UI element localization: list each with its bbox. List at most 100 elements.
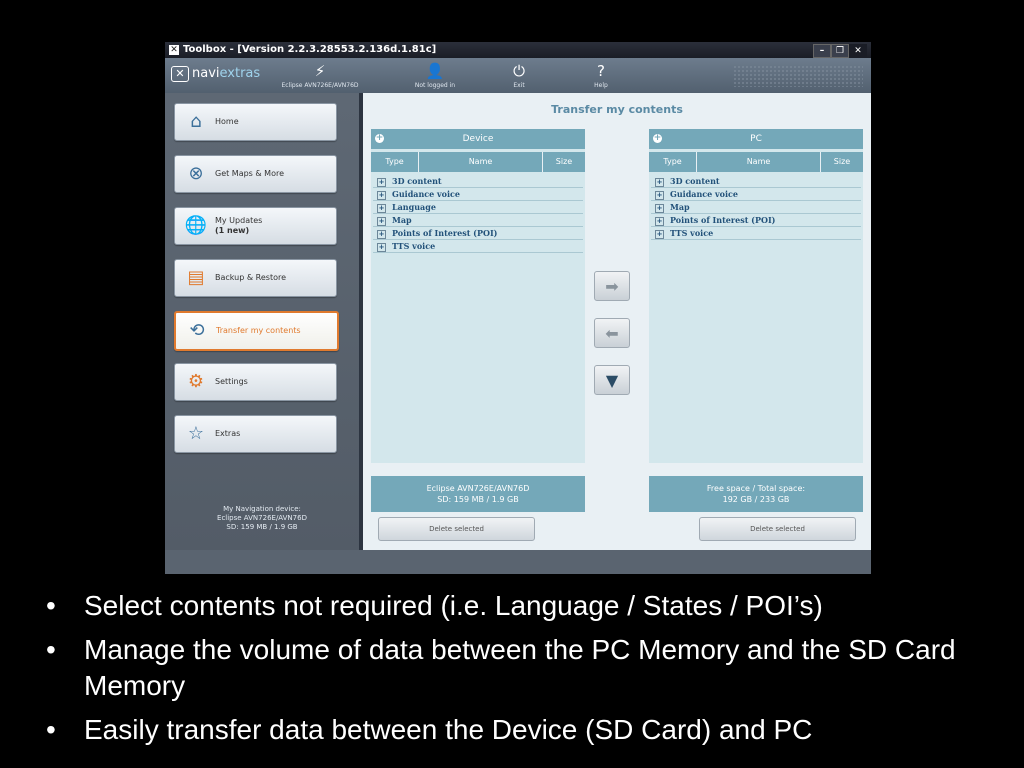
list-item[interactable]: + Points of Interest (POI) — [651, 214, 861, 227]
bullet-item: Manage the volume of data between the PC… — [44, 632, 1016, 704]
login-button[interactable]: 👤 Not logged in — [395, 62, 475, 89]
pc-column-headers: Type Name Size — [649, 152, 863, 172]
pc-content-list: +3D content + Guidance voice + Map + Points… — [649, 172, 863, 240]
compass-icon: ⊗ — [188, 163, 204, 184]
device-button[interactable]: ⚡ Eclipse AVN726E/AVN76D — [280, 62, 360, 89]
list-item[interactable]: + Map — [373, 214, 583, 227]
sidebar-item-home[interactable]: ⌂ Home — [174, 103, 337, 141]
list-item[interactable]: + Guidance voice — [651, 188, 861, 201]
status-bar — [165, 550, 871, 574]
bullet-item: Select contents not required (i.e. Langu… — [44, 588, 1016, 624]
arrow-left-icon: ⬅ — [605, 323, 619, 343]
logo-mark-icon: ✕ — [171, 66, 189, 82]
column-size[interactable]: Size — [543, 152, 585, 172]
sidebar-item-label: My Updates (1 new) — [215, 208, 262, 244]
device-storage-model: Eclipse AVN726E/AVN76D — [426, 484, 530, 493]
transfer-controls: ➡ ⬅ ▼ — [594, 271, 632, 412]
device-storage-info: Eclipse AVN726E/AVN76D SD: 159 MB / 1.9 … — [371, 476, 585, 512]
device-storage-space: SD: 159 MB / 1.9 GB — [437, 495, 519, 504]
expand-icon[interactable]: + — [377, 217, 386, 226]
list-item[interactable]: + Language — [373, 201, 583, 214]
column-size[interactable]: Size — [821, 152, 863, 172]
top-toolbar: ✕ naviextras ⚡ Eclipse AVN726E/AVN76D 👤 N… — [165, 58, 871, 93]
column-name[interactable]: Name — [419, 152, 543, 172]
list-item-label: 3D content — [392, 176, 442, 186]
sidebar-item-label: Get Maps & More — [215, 169, 285, 178]
device-label: Eclipse AVN726E/AVN76D — [281, 82, 359, 89]
sidebar-item-my-updates[interactable]: 🌐 My Updates (1 new) — [174, 207, 337, 245]
sidebar-item-backup-restore[interactable]: ▤ Backup & Restore — [174, 259, 337, 297]
expand-all-icon[interactable]: + — [653, 134, 662, 143]
column-type[interactable]: Type — [649, 152, 697, 172]
close-icon[interactable]: ✕ — [849, 44, 867, 58]
list-item-label: Map — [670, 202, 690, 212]
sidebar-item-settings[interactable]: ⚙ Settings — [174, 363, 337, 401]
globe-update-icon: 🌐 — [184, 215, 208, 236]
exit-button[interactable]: ⏻ Exit — [489, 62, 549, 89]
device-content-list: +3D content + Guidance voice + Language + M… — [371, 172, 585, 253]
list-item[interactable]: +3D content — [373, 175, 583, 188]
help-label: Help — [594, 82, 608, 89]
list-item[interactable]: + TTS voice — [373, 240, 583, 253]
filter-button[interactable]: ▼ — [594, 365, 630, 395]
app-window: ✕ Toolbox - [Version 2.2.3.28553.2.136d.… — [165, 42, 871, 574]
expand-icon[interactable]: + — [655, 217, 664, 226]
power-icon: ⏻ — [513, 62, 525, 80]
list-item-label: 3D content — [670, 176, 720, 186]
list-item[interactable]: + Points of Interest (POI) — [373, 227, 583, 240]
star-icon: ☆ — [187, 423, 205, 444]
device-info-storage: SD: 159 MB / 1.9 GB — [226, 523, 298, 531]
exit-label: Exit — [513, 82, 525, 89]
backup-icon: ▤ — [187, 267, 205, 288]
gear-icon: ⚙ — [187, 371, 205, 392]
list-item-label: TTS voice — [392, 241, 436, 251]
sidebar-item-get-maps[interactable]: ⊗ Get Maps & More — [174, 155, 337, 193]
column-type[interactable]: Type — [371, 152, 419, 172]
window-title: Toolbox - [Version 2.2.3.28553.2.136d.1.… — [183, 44, 437, 55]
sidebar-item-extras[interactable]: ☆ Extras — [174, 415, 337, 453]
list-item[interactable]: +3D content — [651, 175, 861, 188]
expand-icon[interactable]: + — [377, 230, 386, 239]
list-item[interactable]: + TTS voice — [651, 227, 861, 240]
pc-storage-info: Free space / Total space: 192 GB / 233 G… — [649, 476, 863, 512]
list-item[interactable]: + Guidance voice — [373, 188, 583, 201]
expand-icon[interactable]: + — [655, 204, 664, 213]
sidebar-item-label: Transfer my contents — [216, 326, 301, 335]
transfer-arrows-icon: ⟲ — [189, 320, 205, 341]
expand-icon[interactable]: + — [377, 243, 386, 252]
device-delete-selected-button[interactable]: Delete selected — [378, 517, 535, 541]
pc-panel-header: + PC — [649, 129, 863, 149]
column-name[interactable]: Name — [697, 152, 821, 172]
list-item-label: Guidance voice — [670, 189, 739, 199]
list-item-label: Points of Interest (POI) — [392, 228, 498, 238]
expand-icon[interactable]: + — [377, 178, 386, 187]
help-button[interactable]: ? Help — [571, 62, 631, 89]
sidebar-item-transfer-contents[interactable]: ⟲ Transfer my contents — [174, 311, 339, 351]
expand-icon[interactable]: + — [377, 204, 386, 213]
main-content: Transfer my contents + Device Type Name … — [363, 93, 871, 550]
copy-to-pc-button[interactable]: ➡ — [594, 271, 630, 301]
list-item[interactable]: + Map — [651, 201, 861, 214]
decorative-dot-pattern — [733, 65, 863, 87]
copy-to-device-button[interactable]: ⬅ — [594, 318, 630, 348]
pc-delete-selected-button[interactable]: Delete selected — [699, 517, 856, 541]
slide-bullet-list: Select contents not required (i.e. Langu… — [44, 588, 1016, 756]
expand-icon[interactable]: + — [377, 191, 386, 200]
device-info-model: Eclipse AVN726E/AVN76D — [217, 514, 307, 522]
expand-icon[interactable]: + — [655, 230, 664, 239]
restore-icon[interactable]: ❐ — [831, 44, 849, 58]
pc-storage-space: 192 GB / 233 GB — [722, 495, 790, 504]
filter-icon: ▼ — [605, 370, 619, 390]
home-icon: ⌂ — [190, 111, 202, 132]
expand-icon[interactable]: + — [655, 191, 664, 200]
page-title: Transfer my contents — [551, 103, 683, 116]
expand-icon[interactable]: + — [655, 178, 664, 187]
minimize-icon[interactable]: – — [813, 44, 831, 58]
title-bar: ✕ Toolbox - [Version 2.2.3.28553.2.136d.… — [165, 42, 871, 58]
sidebar: ⌂ Home ⊗ Get Maps & More 🌐 My Updates (1 … — [165, 93, 359, 550]
expand-all-icon[interactable]: + — [375, 134, 384, 143]
list-item-label: TTS voice — [670, 228, 714, 238]
device-panel: + Device Type Name Size +3D content + Gui… — [371, 129, 585, 463]
sidebar-item-label: Settings — [215, 377, 248, 386]
navigation-device-info: My Navigation device: Eclipse AVN726E/AV… — [165, 505, 359, 532]
